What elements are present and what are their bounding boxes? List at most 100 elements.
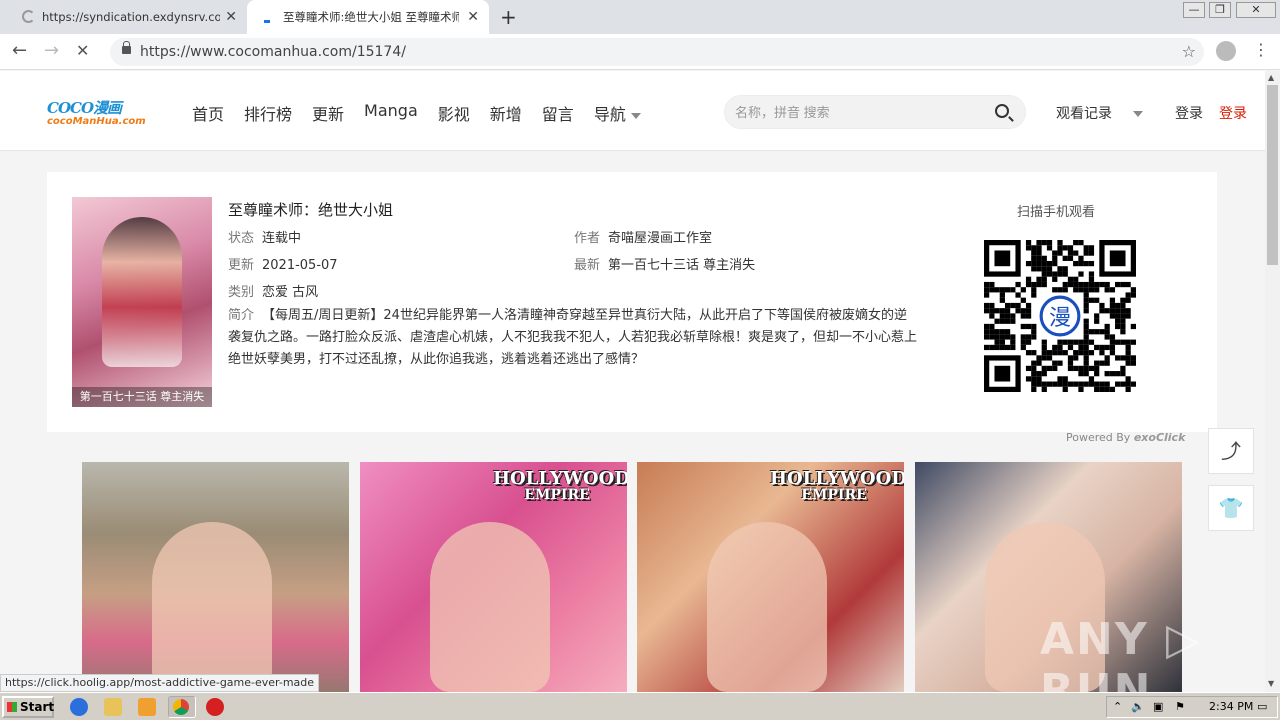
nav-new[interactable]: 新增 xyxy=(490,101,522,125)
qr-module xyxy=(989,344,995,351)
cover-caption: 第一百七十三话 尊主消失 xyxy=(72,387,212,407)
qr-module xyxy=(1083,334,1089,340)
category-value[interactable]: 恋爱 古风 xyxy=(262,285,318,300)
forward-arrow-icon[interactable]: → xyxy=(44,40,59,61)
qr-module xyxy=(1031,287,1037,293)
exoclick-brand[interactable]: exoClick xyxy=(1134,431,1186,444)
restore-button[interactable]: ❐ xyxy=(1209,2,1231,18)
nav-manga[interactable]: Manga xyxy=(364,101,418,125)
close-window-button[interactable]: ✕ xyxy=(1236,2,1276,18)
ad-banner-1[interactable] xyxy=(82,462,349,692)
qr-module xyxy=(1036,355,1042,361)
qr-module xyxy=(1004,318,1011,324)
profile-avatar[interactable] xyxy=(1216,41,1236,61)
qr-module xyxy=(1073,250,1079,256)
qr-module xyxy=(1125,386,1131,392)
qr-module xyxy=(984,344,990,351)
scroll-up-icon[interactable]: ▲ xyxy=(1268,73,1274,82)
scrollbar-thumb[interactable] xyxy=(1267,85,1278,265)
clock[interactable]: 2:34 PM xyxy=(1209,697,1253,717)
close-tab-icon[interactable]: ✕ xyxy=(467,9,479,25)
page-viewport: COCO漫画 cocoManHua.com 首页 排行榜 更新 Manga 影视… xyxy=(0,71,1265,692)
shirt-icon: 👕 xyxy=(1218,496,1244,520)
vertical-scrollbar[interactable]: ▲ ▼ xyxy=(1265,71,1280,692)
stop-loading-icon[interactable]: ✕ xyxy=(76,41,89,60)
share-button[interactable]: ⤴ xyxy=(1208,428,1254,474)
qr-module xyxy=(1078,287,1084,293)
flag-icon[interactable]: ⚑ xyxy=(1175,697,1185,717)
author-value[interactable]: 奇喵屋漫画工作室 xyxy=(608,231,712,246)
nav-movies[interactable]: 影视 xyxy=(438,101,470,125)
search-icon[interactable] xyxy=(995,104,1009,118)
share-icon: ⤴ xyxy=(1221,439,1241,463)
qr-module xyxy=(1109,339,1116,345)
latest-chapter-link[interactable]: 第一百七十三话 尊主消失 xyxy=(608,258,755,273)
qr-module xyxy=(1041,350,1047,356)
browser-toolbar: ← → ✕ https://www.cocomanhua.com/15174/ … xyxy=(0,34,1280,70)
ad-banner-3[interactable]: HOLLYWOOD EMPIRE xyxy=(637,462,904,692)
skin-button[interactable]: 👕 xyxy=(1208,485,1254,531)
logo-cn: 漫画 xyxy=(93,99,122,117)
tab-syndication[interactable]: https://syndication.exdynsrv.com/sp ✕ xyxy=(0,0,247,34)
qr-module xyxy=(1125,297,1131,303)
stop-icon[interactable] xyxy=(206,698,224,716)
qr-module xyxy=(1109,344,1116,351)
new-tab-button[interactable]: + xyxy=(500,5,517,29)
volume-icon[interactable]: 🔈 xyxy=(1131,697,1145,717)
qr-module xyxy=(1031,250,1037,256)
qr-module xyxy=(999,329,1005,335)
qr-module xyxy=(1015,302,1021,309)
start-button[interactable]: Start xyxy=(2,696,54,718)
qr-module xyxy=(999,313,1005,319)
qr-module xyxy=(1099,281,1105,288)
ad-figure xyxy=(707,522,827,692)
qr-module xyxy=(1120,302,1126,309)
tray-arrow-icon[interactable]: ⌃ xyxy=(1113,697,1122,717)
media-player-icon[interactable] xyxy=(138,698,156,716)
history-button[interactable]: 观看记录 xyxy=(1056,103,1159,123)
nav-home[interactable]: 首页 xyxy=(192,101,224,125)
ie-icon[interactable] xyxy=(70,698,88,716)
qr-module xyxy=(1109,302,1116,309)
tab-comic[interactable]: 至尊瞳术师:绝世大小姐 至尊瞳术师 ✕ xyxy=(247,0,489,34)
qr-module xyxy=(1067,250,1074,256)
qr-module xyxy=(1115,302,1121,309)
minimize-button[interactable]: — xyxy=(1183,2,1205,18)
ad-brand: HOLLYWOOD EMPIRE xyxy=(770,468,904,503)
qr-module xyxy=(1083,329,1089,335)
qr-module xyxy=(1004,344,1011,351)
qr-center-glyph: 漫 xyxy=(1049,306,1071,331)
close-tab-icon[interactable]: ✕ xyxy=(225,9,237,25)
folder-icon[interactable] xyxy=(104,698,122,716)
qr-module xyxy=(1057,271,1063,277)
qr-module xyxy=(1025,350,1032,356)
qr-module xyxy=(1036,276,1042,282)
qr-module xyxy=(1057,350,1063,356)
qr-module xyxy=(1036,255,1042,261)
nav-messages[interactable]: 留言 xyxy=(542,101,574,125)
logo-main: COCO xyxy=(47,99,94,117)
qr-module xyxy=(1031,260,1037,267)
qr-module xyxy=(1094,344,1100,351)
qr-module xyxy=(1025,323,1032,330)
network-icon[interactable]: ▣ xyxy=(1153,697,1163,717)
address-bar[interactable]: https://www.cocomanhua.com/15174/ ☆ xyxy=(110,38,1204,66)
search-input[interactable] xyxy=(735,102,975,122)
nav-guide[interactable]: 导航 xyxy=(594,101,641,125)
ad-banner-2[interactable]: HOLLYWOOD EMPIRE xyxy=(360,462,627,692)
qr-module xyxy=(1078,255,1084,261)
back-arrow-icon[interactable]: ← xyxy=(12,40,27,61)
site-logo[interactable]: COCO漫画 cocoManHua.com xyxy=(47,87,167,133)
nav-ranking[interactable]: 排行榜 xyxy=(244,101,292,125)
login-link[interactable]: 登录 xyxy=(1175,103,1203,123)
qr-module xyxy=(1125,313,1131,319)
scroll-down-icon[interactable]: ▼ xyxy=(1268,679,1274,688)
qr-module xyxy=(1031,329,1037,335)
comic-cover[interactable]: 第一百七十三话 尊主消失 xyxy=(72,197,212,407)
qr-module xyxy=(1083,360,1089,366)
menu-kebab-icon[interactable]: ⋮ xyxy=(1253,40,1269,59)
monitor-icon[interactable]: ▭ xyxy=(1257,697,1267,717)
register-link[interactable]: 登录 xyxy=(1219,103,1247,123)
bookmark-star-icon[interactable]: ☆ xyxy=(1182,38,1196,66)
nav-updates[interactable]: 更新 xyxy=(312,101,344,125)
